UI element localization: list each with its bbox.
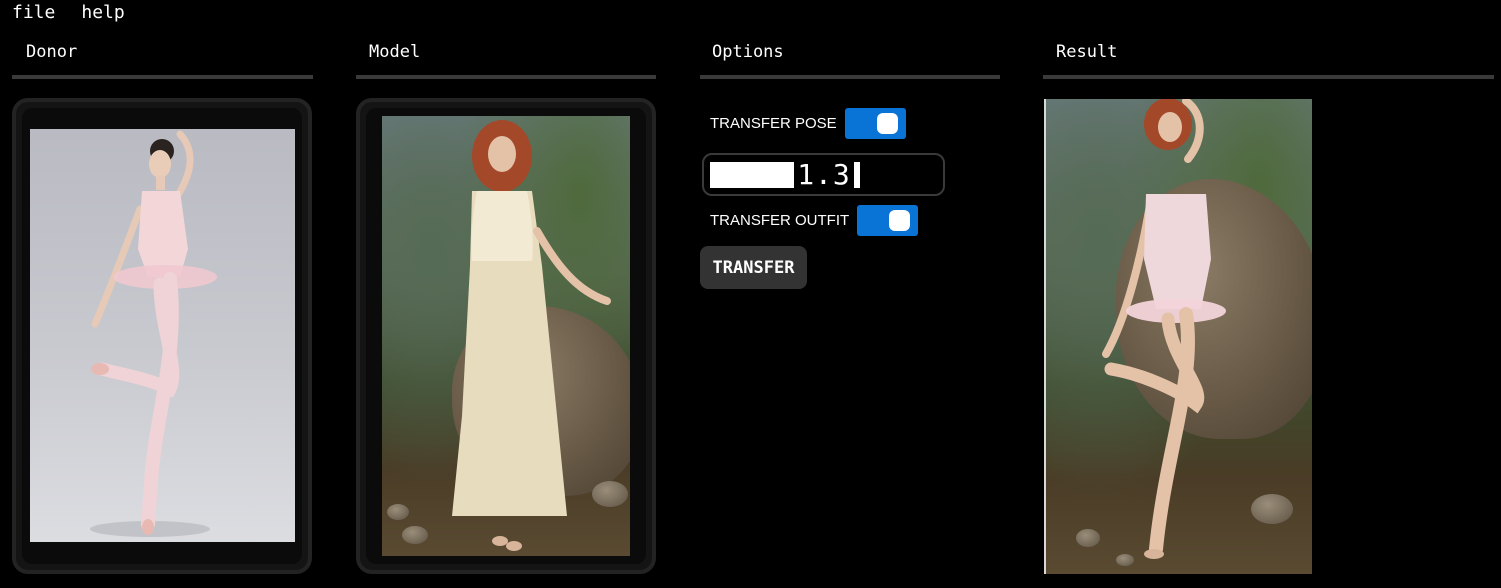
toggle-knob — [876, 113, 898, 134]
menu-bar: file help — [0, 0, 139, 26]
result-divider — [1043, 75, 1494, 79]
menu-file[interactable]: file — [0, 0, 55, 26]
donor-image — [30, 129, 295, 542]
options-title: Options — [712, 42, 784, 62]
model-image — [382, 116, 630, 556]
model-figure — [452, 120, 611, 551]
model-divider — [356, 75, 656, 79]
transfer-outfit-toggle[interactable] — [857, 205, 919, 236]
menu-help[interactable]: help — [69, 0, 124, 26]
slider-value: 1.3 — [794, 158, 854, 192]
strength-slider[interactable]: 1.3 — [702, 153, 945, 196]
model-title: Model — [369, 42, 421, 62]
donor-image-dropzone[interactable] — [12, 98, 312, 574]
toggle-knob — [889, 210, 911, 231]
transfer-pose-row: TRANSFER POSE — [710, 108, 906, 139]
transfer-outfit-row: TRANSFER OUTFIT — [710, 205, 919, 236]
result-figure — [1102, 99, 1226, 559]
result-title: Result — [1056, 42, 1118, 62]
transfer-button[interactable]: TRANSFER — [700, 246, 807, 289]
result-image — [1044, 99, 1312, 574]
options-divider — [700, 75, 1000, 79]
donor-title: Donor — [26, 42, 78, 62]
transfer-pose-toggle[interactable] — [844, 108, 906, 139]
dancer-figure — [90, 130, 217, 537]
model-image-dropzone[interactable] — [356, 98, 656, 574]
donor-divider — [12, 75, 313, 79]
transfer-pose-label: TRANSFER POSE — [710, 115, 837, 132]
transfer-outfit-label: TRANSFER OUTFIT — [710, 212, 850, 229]
